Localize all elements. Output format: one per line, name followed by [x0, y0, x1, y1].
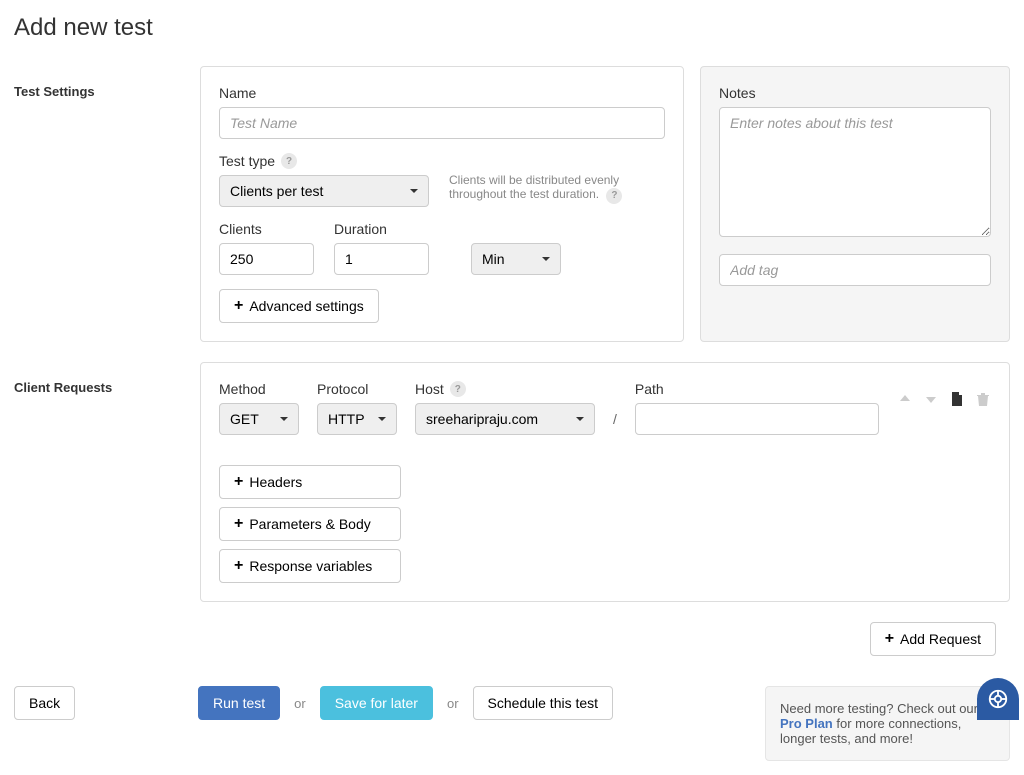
run-test-button[interactable]: Run test [198, 686, 280, 720]
add-request-label: Add Request [900, 631, 981, 647]
client-requests-panel: Method GET Protocol HTTP Host ? sreehari… [200, 362, 1010, 602]
move-down-icon[interactable] [923, 391, 939, 407]
help-icon[interactable]: ? [450, 381, 466, 397]
move-up-icon[interactable] [897, 391, 913, 407]
test-settings-panel: Name Test type ? Clients per test Client… [200, 66, 684, 342]
advanced-settings-label: Advanced settings [249, 298, 363, 314]
back-button[interactable]: Back [14, 686, 75, 720]
pro-plan-pre-text: Need more testing? Check out our [780, 701, 978, 716]
duration-unit-select[interactable]: Min [471, 243, 561, 275]
back-label: Back [29, 695, 60, 711]
support-fab[interactable] [977, 678, 1019, 720]
pro-plan-link[interactable]: Pro Plan [780, 716, 833, 731]
duration-label: Duration [334, 221, 429, 237]
test-type-label: Test type [219, 153, 275, 169]
parameters-body-label: Parameters & Body [249, 516, 370, 532]
method-label: Method [219, 381, 299, 397]
notes-panel: Notes [700, 66, 1010, 342]
path-separator: / [613, 411, 617, 435]
help-icon[interactable]: ? [606, 188, 622, 204]
response-variables-label: Response variables [249, 558, 372, 574]
path-label: Path [635, 381, 879, 397]
duration-input[interactable] [334, 243, 429, 275]
headers-button[interactable]: + Headers [219, 465, 401, 499]
schedule-test-button[interactable]: Schedule this test [473, 686, 614, 720]
plus-icon: + [234, 298, 243, 314]
host-select[interactable]: sreeharipraju.com [415, 403, 595, 435]
plus-icon: + [234, 516, 243, 532]
or-separator: or [447, 696, 459, 711]
protocol-label: Protocol [317, 381, 397, 397]
host-label: Host [415, 381, 444, 397]
or-separator: or [294, 696, 306, 711]
notes-textarea[interactable] [719, 107, 991, 237]
path-input[interactable] [635, 403, 879, 435]
plus-icon: + [234, 558, 243, 574]
delete-icon[interactable] [975, 391, 991, 407]
schedule-test-label: Schedule this test [488, 695, 599, 711]
run-test-label: Run test [213, 695, 265, 711]
test-name-input[interactable] [219, 107, 665, 139]
name-label: Name [219, 85, 665, 101]
save-for-later-button[interactable]: Save for later [320, 686, 433, 720]
notes-label: Notes [719, 85, 991, 101]
response-variables-button[interactable]: + Response variables [219, 549, 401, 583]
help-icon[interactable]: ? [281, 153, 297, 169]
add-tag-input[interactable] [719, 254, 991, 286]
clients-label: Clients [219, 221, 314, 237]
clients-input[interactable] [219, 243, 314, 275]
parameters-body-button[interactable]: + Parameters & Body [219, 507, 401, 541]
pro-plan-box: Need more testing? Check out our Pro Pla… [765, 686, 1010, 761]
save-for-later-label: Save for later [335, 695, 418, 711]
client-requests-section-label: Client Requests [14, 362, 184, 602]
test-type-help-text: Clients will be distributed evenly throu… [449, 173, 619, 201]
advanced-settings-button[interactable]: + Advanced settings [219, 289, 379, 323]
protocol-select[interactable]: HTTP [317, 403, 397, 435]
plus-icon: + [234, 474, 243, 490]
headers-label: Headers [249, 474, 302, 490]
support-icon [987, 688, 1009, 710]
method-select[interactable]: GET [219, 403, 299, 435]
add-request-button[interactable]: + Add Request [870, 622, 996, 656]
copy-icon[interactable] [949, 391, 965, 407]
test-settings-section-label: Test Settings [14, 66, 184, 342]
plus-icon: + [885, 631, 894, 647]
test-type-select[interactable]: Clients per test [219, 175, 429, 207]
page-title: Add new test [14, 14, 1010, 42]
